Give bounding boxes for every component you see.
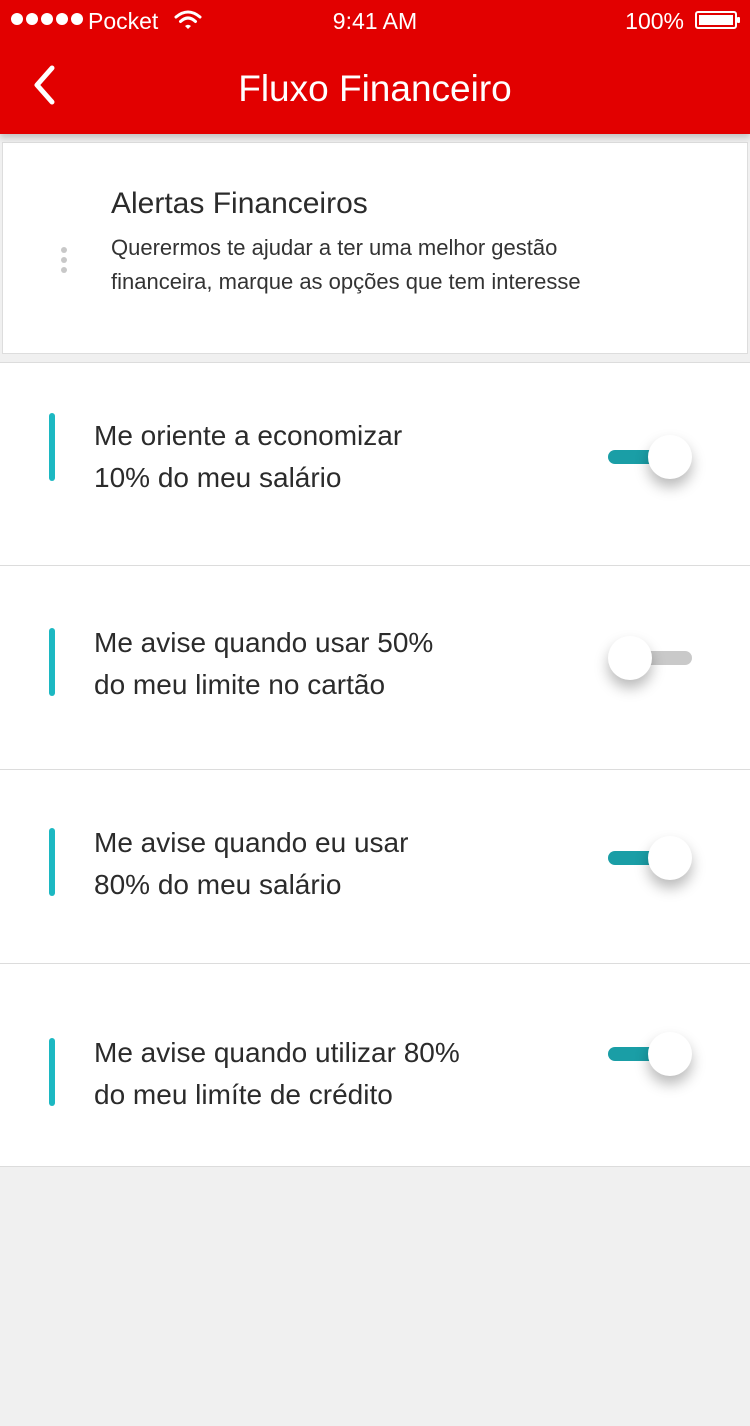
intro-description-line-1: Querermos te ajudar a ter uma melhor ges… xyxy=(111,235,558,260)
more-options-icon[interactable] xyxy=(59,247,69,281)
page-title: Fluxo Financeiro xyxy=(238,68,512,109)
app-screen: Pocket 9:41 AM 100% Fluxo Financeiro Ale… xyxy=(0,0,750,1426)
alert-row-salary-80-percent: Me avise quando eu usar 80% do meu salár… xyxy=(0,769,750,964)
battery-icon xyxy=(695,11,740,29)
alert-label-line-1: Me avise quando utilizar 80% xyxy=(94,1037,460,1068)
alert-label: Me oriente a economizar 10% do meu salár… xyxy=(94,415,564,499)
intro-title: Alertas Financeiros xyxy=(111,187,368,220)
alert-accent-bar xyxy=(49,1038,55,1106)
alert-label: Me avise quando eu usar 80% do meu salár… xyxy=(94,822,564,906)
alert-accent-bar xyxy=(49,413,55,481)
intro-description: Querermos te ajudar a ter uma melhor ges… xyxy=(111,231,711,299)
alert-row-card-limit-50-percent: Me avise quando usar 50% do meu limite n… xyxy=(0,565,750,770)
alert-row-save-10-percent: Me oriente a economizar 10% do meu salár… xyxy=(0,362,750,566)
alert-label-line-2: 80% do meu salário xyxy=(94,869,342,900)
toggle-knob xyxy=(648,435,692,479)
app-header: Pocket 9:41 AM 100% Fluxo Financeiro xyxy=(0,0,750,134)
alert-row-credit-limit-80-percent: Me avise quando utilizar 80% do meu limí… xyxy=(0,963,750,1167)
alert-label-line-1: Me avise quando usar 50% xyxy=(94,627,434,658)
alert-accent-bar xyxy=(49,828,55,896)
alert-label: Me avise quando usar 50% do meu limite n… xyxy=(94,622,564,706)
alert-label-line-1: Me avise quando eu usar xyxy=(94,827,409,858)
navigation-bar: Fluxo Financeiro xyxy=(0,40,750,134)
toggle-knob xyxy=(608,636,652,680)
toggle-knob xyxy=(648,1032,692,1076)
alert-label-line-2: do meu limíte de crédito xyxy=(94,1079,393,1110)
alert-label-line-2: 10% do meu salário xyxy=(94,462,342,493)
toggle-credit-limit-80-percent[interactable] xyxy=(608,1030,694,1078)
status-bar: Pocket 9:41 AM 100% xyxy=(0,0,750,40)
alert-accent-bar xyxy=(49,628,55,696)
intro-description-line-2: financeira, marque as opções que tem int… xyxy=(111,269,581,294)
alert-label-line-1: Me oriente a economizar xyxy=(94,420,403,451)
alert-label: Me avise quando utilizar 80% do meu limí… xyxy=(94,1032,564,1116)
toggle-save-10-percent[interactable] xyxy=(608,433,694,481)
toggle-salary-80-percent[interactable] xyxy=(608,834,694,882)
battery-percentage: 100% xyxy=(625,8,684,34)
alert-label-line-2: do meu limite no cartão xyxy=(94,669,386,700)
financial-alerts-intro-card: Alertas Financeiros Querermos te ajudar … xyxy=(2,142,748,354)
toggle-knob xyxy=(648,836,692,880)
toggle-card-limit-50-percent[interactable] xyxy=(608,634,694,682)
